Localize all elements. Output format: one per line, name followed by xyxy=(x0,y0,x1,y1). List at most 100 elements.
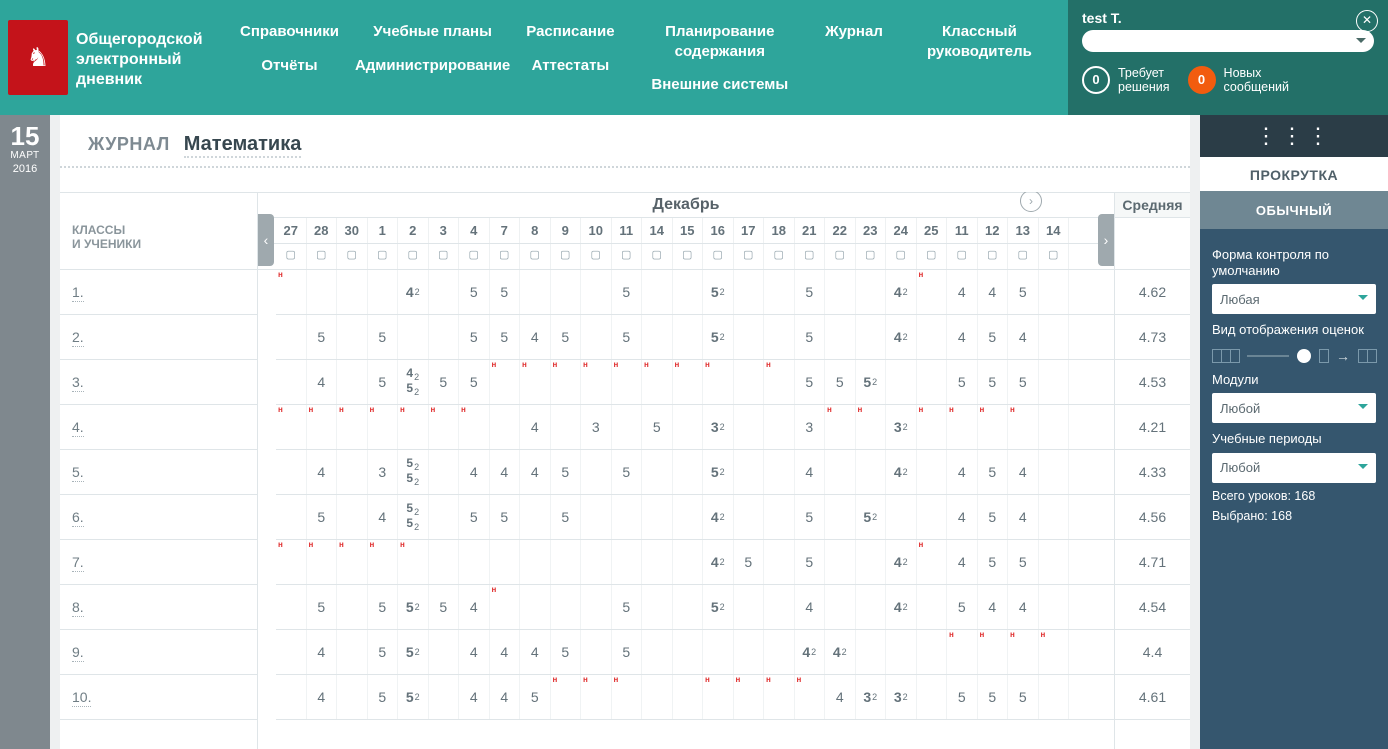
grade-cell[interactable] xyxy=(1039,360,1070,404)
grade-cell[interactable]: н xyxy=(764,675,795,719)
grade-cell[interactable]: н xyxy=(307,405,338,449)
grade-cell[interactable] xyxy=(1039,270,1070,314)
grade-cell[interactable]: 4 xyxy=(490,450,521,494)
grade-cell[interactable]: 5 xyxy=(795,540,826,584)
grade-cell[interactable]: н xyxy=(490,360,521,404)
page-subject[interactable]: Математика xyxy=(184,133,302,158)
grade-cell[interactable]: н xyxy=(581,360,612,404)
day-header[interactable]: 28 xyxy=(307,218,338,243)
grade-cell[interactable] xyxy=(276,495,307,539)
grade-cell[interactable] xyxy=(734,405,765,449)
grade-cell[interactable] xyxy=(276,675,307,719)
grade-cell[interactable] xyxy=(917,585,948,629)
grade-cell[interactable]: н xyxy=(276,270,307,314)
grade-cell[interactable]: 52 xyxy=(856,495,887,539)
grade-cell[interactable]: н xyxy=(734,675,765,719)
grade-cell[interactable] xyxy=(581,630,612,674)
lesson-icon[interactable]: ▢ xyxy=(1039,244,1070,269)
grade-cell[interactable]: 5 xyxy=(459,360,490,404)
grade-cell[interactable] xyxy=(642,495,673,539)
grade-cell[interactable] xyxy=(642,315,673,359)
grade-cell[interactable]: 5 xyxy=(795,270,826,314)
menu-reports[interactable]: Отчёты xyxy=(240,56,339,76)
grade-cell[interactable]: 32 xyxy=(886,405,917,449)
grade-cell[interactable]: 5 xyxy=(307,495,338,539)
grade-cell[interactable]: 5 xyxy=(490,315,521,359)
grade-cell[interactable]: 42 xyxy=(703,495,734,539)
grade-cell[interactable] xyxy=(581,495,612,539)
grade-cell[interactable] xyxy=(886,495,917,539)
lesson-icon[interactable]: ▢ xyxy=(276,244,307,269)
student-row[interactable]: 9. xyxy=(60,630,257,675)
grade-cell[interactable] xyxy=(429,630,460,674)
student-row[interactable]: 7. xyxy=(60,540,257,585)
grade-cell[interactable] xyxy=(337,450,368,494)
grade-cell[interactable] xyxy=(764,270,795,314)
student-row[interactable]: 2. xyxy=(60,315,257,360)
lesson-icon[interactable]: ▢ xyxy=(398,244,429,269)
grade-cell[interactable] xyxy=(673,405,704,449)
day-header[interactable]: 17 xyxy=(734,218,765,243)
lesson-icon[interactable]: ▢ xyxy=(1008,244,1039,269)
day-header[interactable]: 14 xyxy=(1039,218,1070,243)
lesson-icon[interactable]: ▢ xyxy=(459,244,490,269)
student-row[interactable]: 4. xyxy=(60,405,257,450)
grade-cell[interactable]: 5 xyxy=(368,315,399,359)
day-header[interactable]: 21 xyxy=(795,218,826,243)
grade-cell[interactable] xyxy=(1039,450,1070,494)
grade-cell[interactable] xyxy=(825,585,856,629)
grade-cell[interactable]: 4252 xyxy=(398,360,429,404)
day-header[interactable]: 3 xyxy=(429,218,460,243)
day-header[interactable]: 7 xyxy=(490,218,521,243)
lesson-icon[interactable]: ▢ xyxy=(673,244,704,269)
grade-cell[interactable] xyxy=(581,540,612,584)
grade-cell[interactable]: н xyxy=(856,405,887,449)
grade-cell[interactable] xyxy=(520,495,551,539)
grade-cell[interactable] xyxy=(917,450,948,494)
scroll-mode-tab[interactable]: ОБЫЧНЫЙ xyxy=(1200,203,1388,218)
grade-cell[interactable] xyxy=(429,675,460,719)
grade-cell[interactable]: 4 xyxy=(459,630,490,674)
grade-cell[interactable]: 4 xyxy=(520,405,551,449)
grade-cell[interactable]: 5 xyxy=(490,270,521,314)
grade-cell[interactable] xyxy=(612,405,643,449)
grade-cell[interactable] xyxy=(764,315,795,359)
grade-cell[interactable]: 32 xyxy=(703,405,734,449)
grade-cell[interactable] xyxy=(1039,495,1070,539)
grade-cell[interactable]: 5 xyxy=(1008,360,1039,404)
grade-cell[interactable] xyxy=(734,360,765,404)
grade-cell[interactable] xyxy=(764,495,795,539)
grade-cell[interactable]: н xyxy=(978,405,1009,449)
grade-cell[interactable] xyxy=(551,585,582,629)
lesson-icon[interactable]: ▢ xyxy=(703,244,734,269)
grade-cell[interactable]: 4 xyxy=(1008,495,1039,539)
grade-cell[interactable] xyxy=(825,540,856,584)
grade-cell[interactable] xyxy=(673,585,704,629)
grade-cell[interactable] xyxy=(337,675,368,719)
grade-cell[interactable]: 5 xyxy=(429,360,460,404)
day-header[interactable]: 16 xyxy=(703,218,734,243)
grade-cell[interactable] xyxy=(612,495,643,539)
grade-cell[interactable]: н xyxy=(337,405,368,449)
grade-cell[interactable] xyxy=(673,675,704,719)
periods-select[interactable]: Любой xyxy=(1212,453,1376,483)
day-header[interactable]: 30 xyxy=(337,218,368,243)
lesson-icon[interactable]: ▢ xyxy=(947,244,978,269)
grade-cell[interactable]: 4 xyxy=(978,585,1009,629)
grade-cell[interactable]: 3 xyxy=(368,450,399,494)
grade-cell[interactable]: 4 xyxy=(520,450,551,494)
grade-cell[interactable] xyxy=(551,540,582,584)
grade-cell[interactable] xyxy=(673,495,704,539)
grade-cell[interactable]: 5 xyxy=(612,315,643,359)
menu-certificates[interactable]: Аттестаты xyxy=(526,56,614,76)
grade-cell[interactable]: 52 xyxy=(398,630,429,674)
grade-cell[interactable]: 4 xyxy=(795,585,826,629)
grade-cell[interactable] xyxy=(917,360,948,404)
grade-cell[interactable]: 4 xyxy=(1008,450,1039,494)
menu-plans[interactable]: Учебные планы xyxy=(355,22,510,42)
grade-cell[interactable]: 5 xyxy=(368,675,399,719)
grade-cell[interactable]: 5 xyxy=(490,495,521,539)
grade-cell[interactable] xyxy=(642,540,673,584)
grade-cell[interactable]: 4 xyxy=(825,675,856,719)
lesson-icon[interactable]: ▢ xyxy=(856,244,887,269)
